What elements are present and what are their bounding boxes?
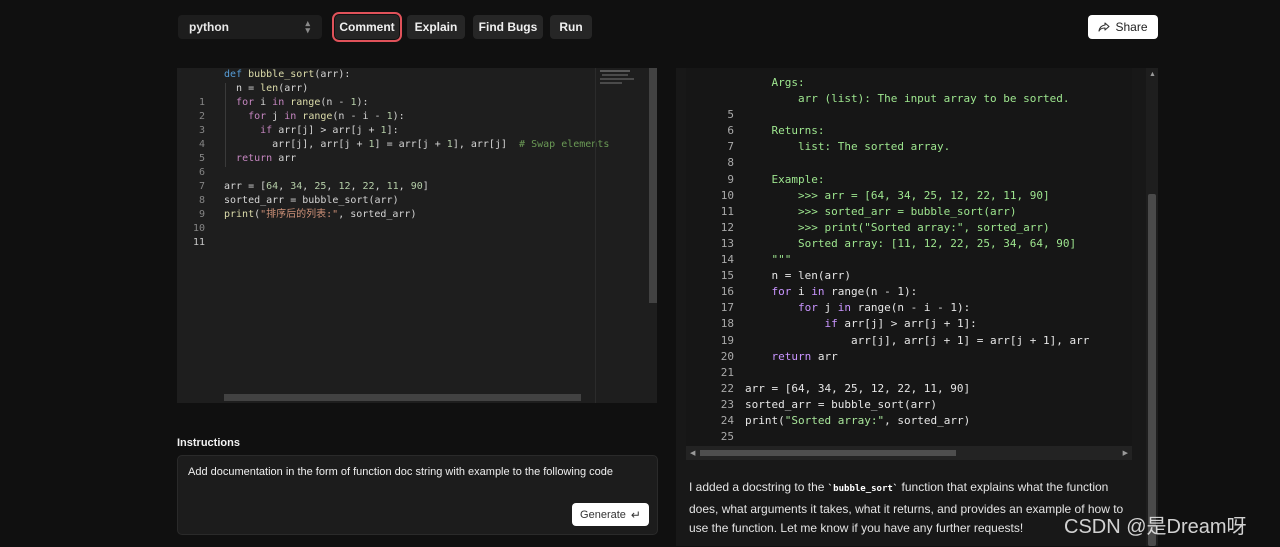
editor-line-number: 4 [198, 139, 205, 150]
output-line-number: 12 [720, 220, 734, 234]
code-editor[interactable]: 1 2 3 4 5 6 7 8 9 10 11 def bubble_sort(arr): n = … [177, 68, 657, 403]
output-line-number: 6 [727, 124, 734, 138]
editor-gutter: 1 2 3 4 5 6 7 8 9 10 11 [177, 68, 205, 278]
output-line-number: 8 [727, 156, 734, 170]
explanation-code: `bubble_sort` [827, 484, 899, 494]
output-line-number: 13 [720, 236, 734, 250]
editor-line-number: 10 [192, 223, 205, 234]
language-select[interactable]: python ▴ ▾ [178, 15, 322, 39]
editor-horizontal-scrollbar[interactable] [224, 394, 581, 401]
watermark: CSDN @是Dream呀 [1064, 516, 1247, 538]
output-line-number: 21 [720, 365, 734, 379]
share-icon [1098, 22, 1111, 32]
output-line-number: 22 [720, 381, 734, 395]
chevron-updown-icon: ▴ ▾ [305, 18, 310, 35]
minimap[interactable] [597, 68, 649, 92]
output-gutter: 567891011121314151617181920212223242526 [686, 75, 734, 493]
output-horizontal-scrollbar[interactable]: ◀ ▶ [686, 446, 1132, 460]
output-line-number: 15 [720, 269, 734, 283]
output-line-number: 14 [720, 253, 734, 267]
output-line-number: 11 [720, 204, 734, 218]
language-select-value: python [189, 20, 229, 34]
output-line-number: 16 [720, 285, 734, 299]
editor-line-number: 3 [198, 125, 205, 136]
editor-line-number: 11 [192, 237, 205, 248]
indent-guide [225, 83, 226, 167]
minimap-divider [595, 68, 596, 403]
explanation-before: I added a docstring to the [689, 480, 828, 494]
output-line-number: 20 [720, 349, 734, 363]
editor-source[interactable]: def bubble_sort(arr): n = len(arr) for i… [224, 68, 609, 222]
editor-line-number: 7 [198, 181, 205, 192]
enter-icon: ↵ [630, 507, 641, 522]
editor-line-number: 5 [198, 153, 205, 164]
instructions-input[interactable]: Add documentation in the form of functio… [177, 455, 658, 535]
share-label: Share [1115, 20, 1148, 34]
editor-line-number: 9 [198, 209, 205, 220]
output-panel: 567891011121314151617181920212223242526 … [676, 68, 1158, 546]
output-line-number: 23 [720, 397, 734, 411]
output-line-number: 10 [720, 188, 734, 202]
editor-line-number: 2 [198, 111, 205, 122]
find-bugs-button[interactable]: Find Bugs [473, 15, 543, 39]
output-code-block: 567891011121314151617181920212223242526 … [686, 68, 1132, 460]
share-button[interactable]: Share [1088, 15, 1158, 39]
output-line-number: 5 [727, 108, 734, 122]
comment-button[interactable]: Comment [332, 12, 402, 42]
run-button[interactable]: Run [550, 15, 592, 39]
output-line-number: 17 [720, 301, 734, 315]
output-line-number: 19 [720, 333, 734, 347]
output-vertical-scrollbar[interactable]: ▲ [1146, 68, 1158, 546]
output-line-number: 18 [720, 317, 734, 331]
output-line-number: 24 [720, 413, 734, 427]
explain-button[interactable]: Explain [407, 15, 465, 39]
output-source: Args: arr (list): The input array to be … [745, 76, 1090, 427]
output-line-number: 9 [727, 172, 734, 186]
output-line-number: 7 [727, 140, 734, 154]
generate-button[interactable]: Generate ↵ [572, 503, 649, 526]
output-line-number: 25 [720, 430, 734, 444]
editor-line-number: 8 [198, 195, 205, 206]
instructions-title: Instructions [177, 437, 240, 449]
editor-line-number: 6 [198, 167, 205, 178]
editor-line-number: 1 [198, 97, 205, 108]
generate-label: Generate [580, 508, 626, 521]
editor-vertical-scrollbar[interactable] [649, 68, 657, 303]
instructions-text[interactable]: Add documentation in the form of functio… [188, 466, 613, 478]
